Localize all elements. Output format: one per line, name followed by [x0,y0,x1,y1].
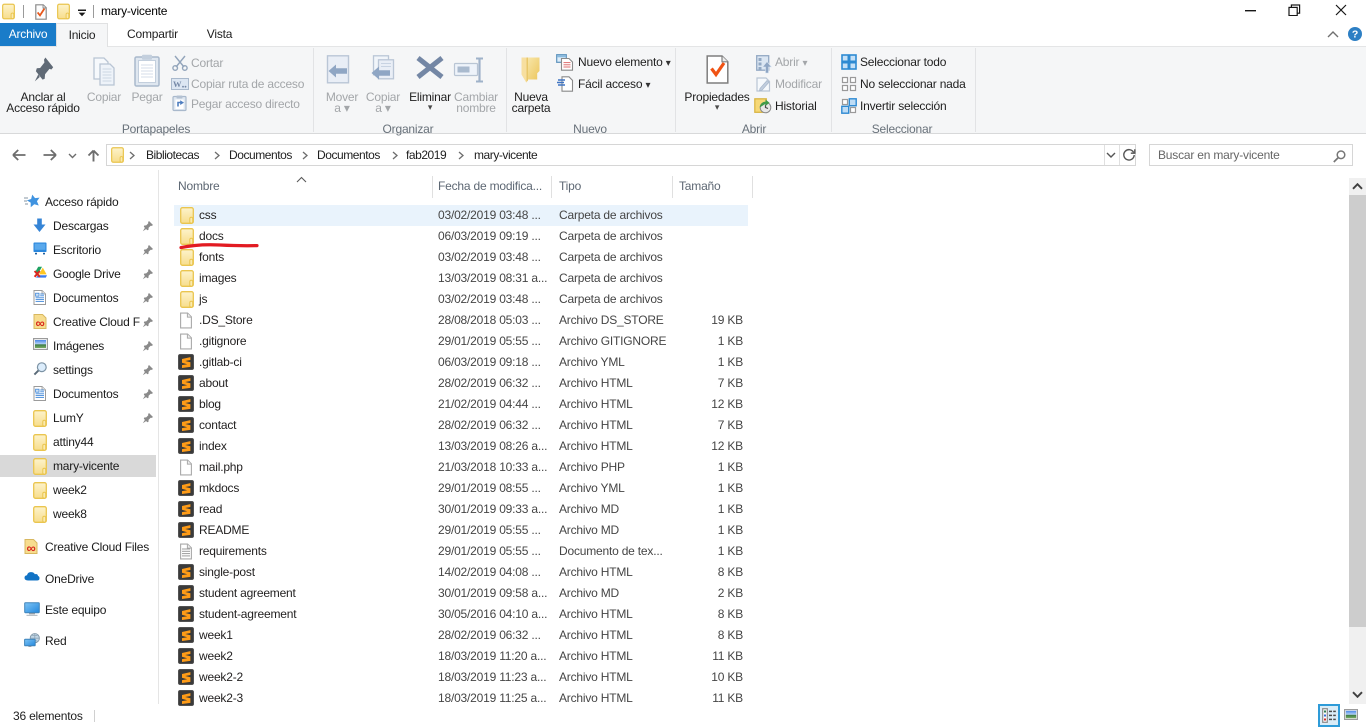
svg-text:W: W [173,79,182,89]
svg-text:∞: ∞ [26,541,35,554]
svg-text:∞: ∞ [35,316,44,329]
svg-text:?: ? [1352,29,1358,41]
